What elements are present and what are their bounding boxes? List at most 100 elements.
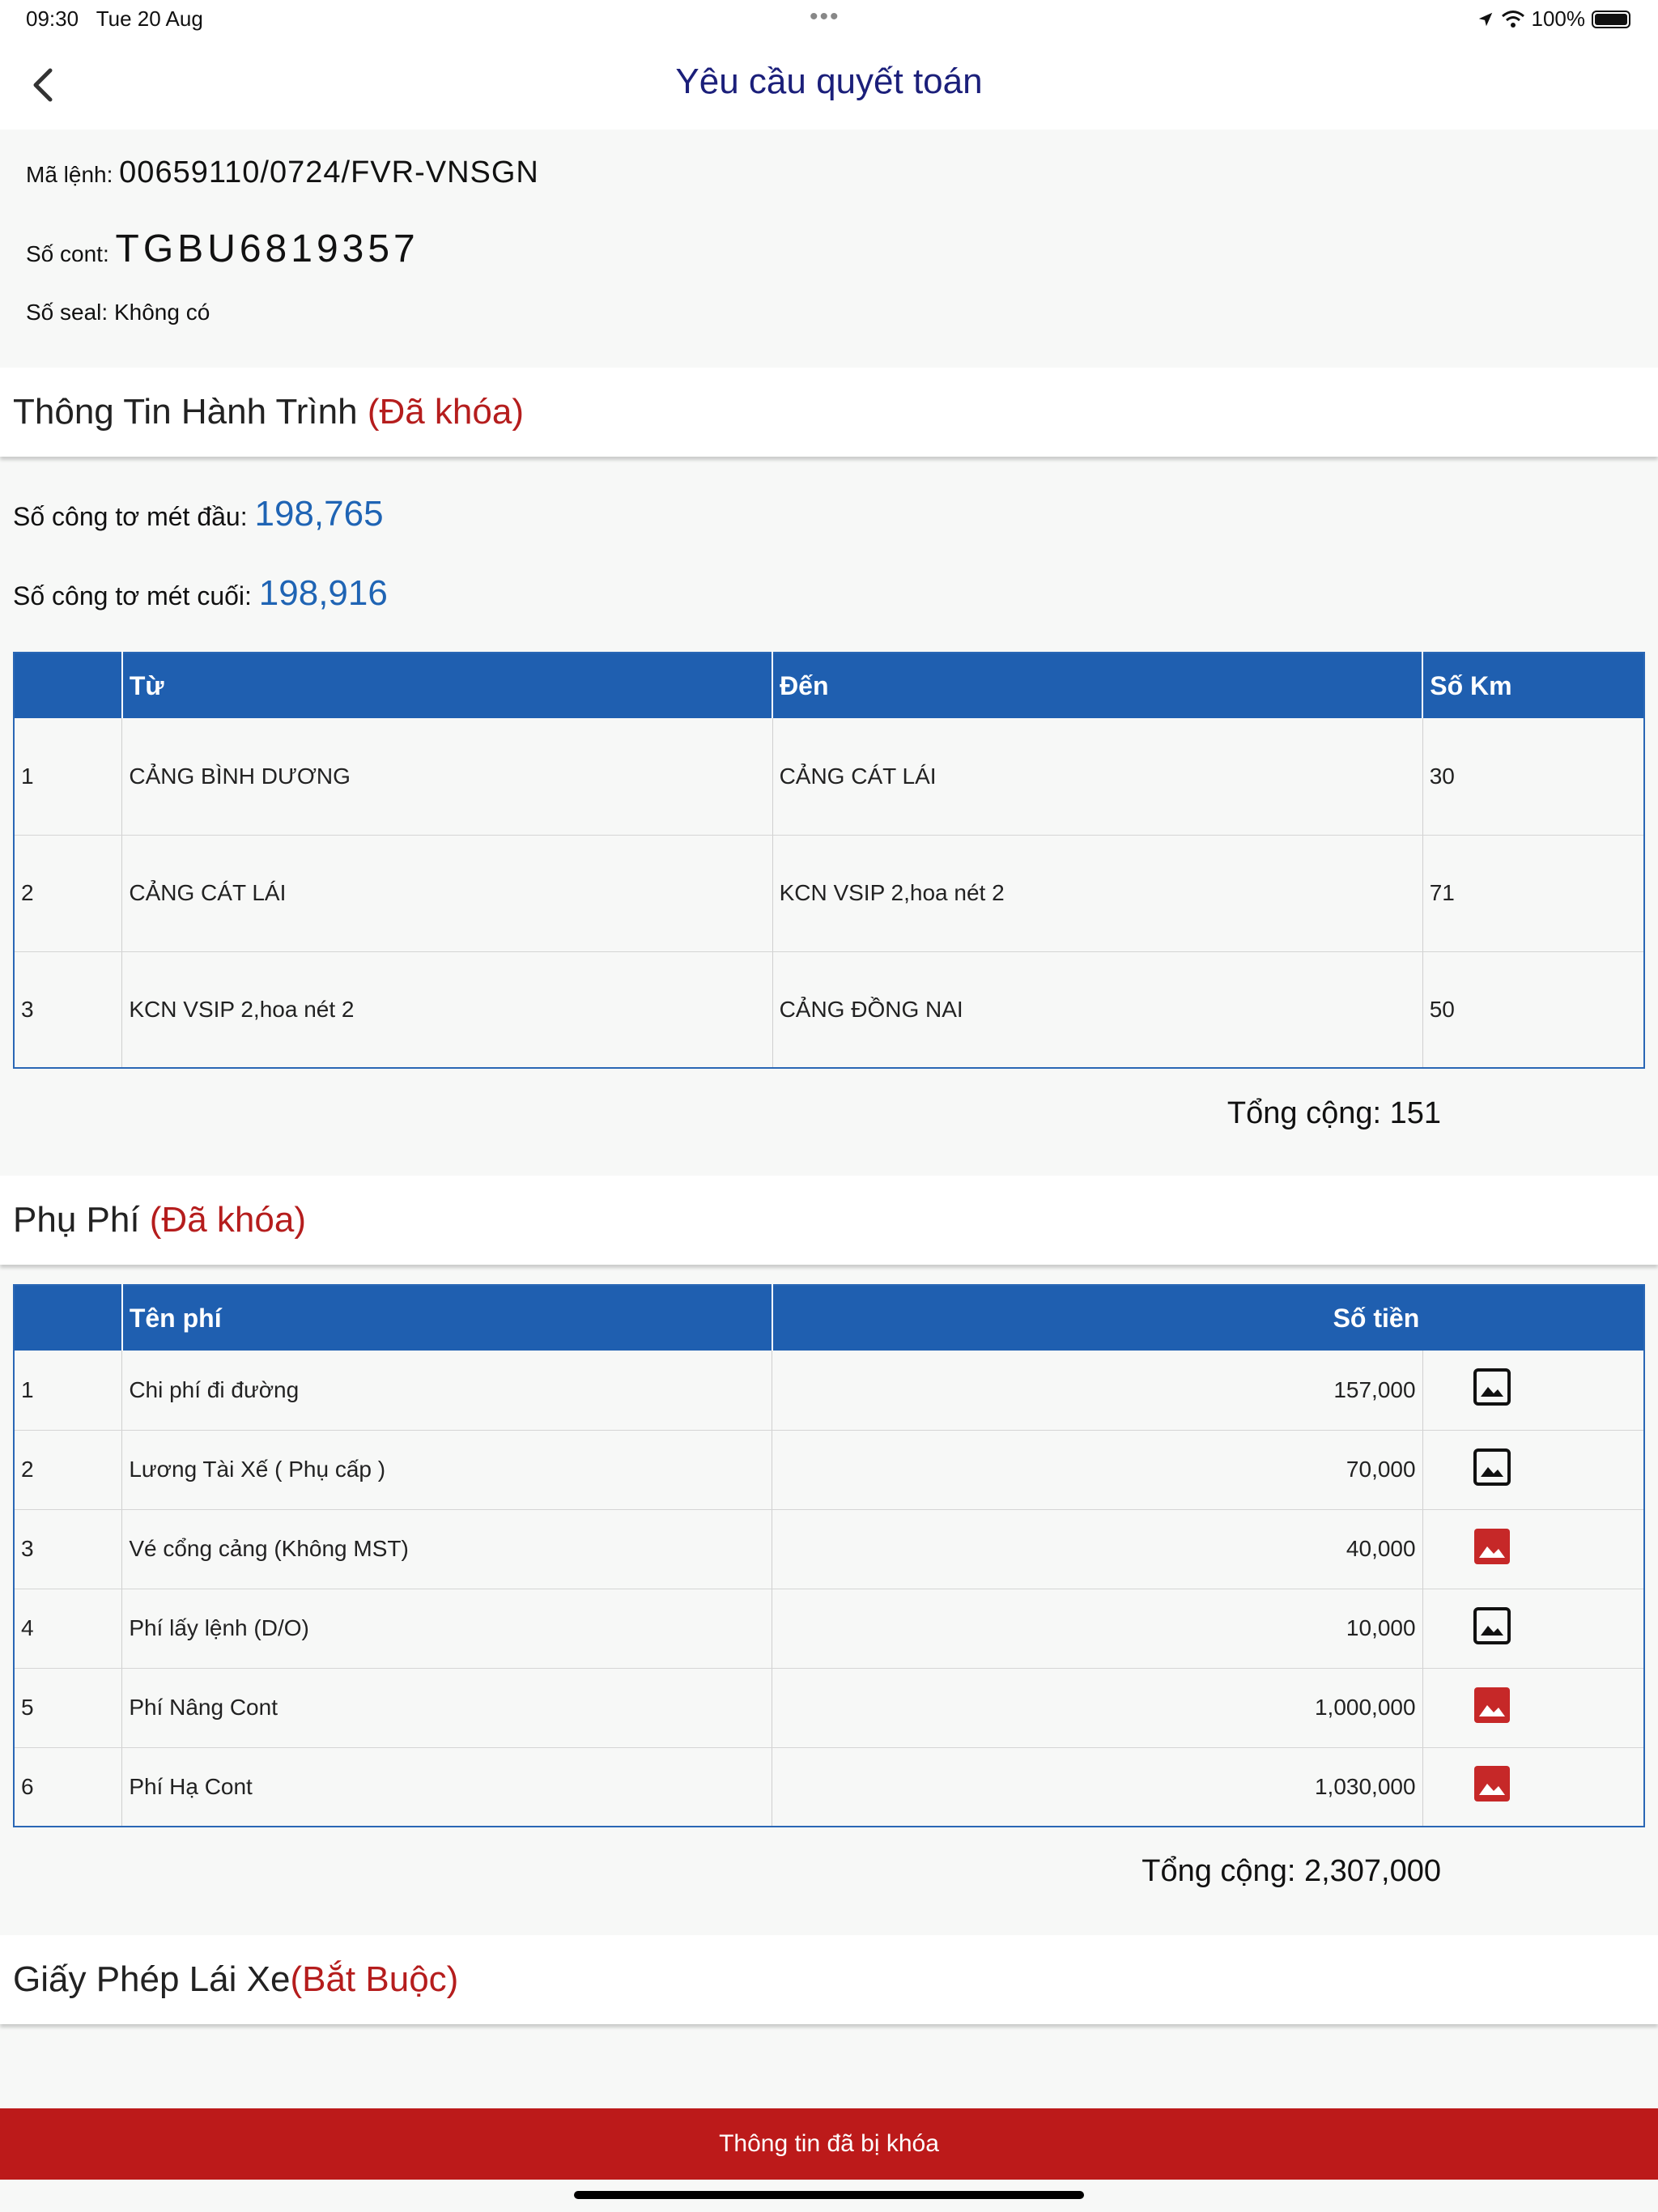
battery-icon (1592, 10, 1630, 28)
image-filled-icon[interactable] (1473, 1764, 1511, 1803)
col-km-header: Số Km (1422, 653, 1644, 718)
journey-table: Từ Đến Số Km 1 CẢNG BÌNH DƯƠNG CẢNG CÁT … (13, 652, 1645, 1069)
odometer-start-label: Số công tơ mét đầu: (13, 502, 255, 531)
col-amount-header: Số tiền (772, 1285, 1644, 1351)
row-index: 1 (14, 1351, 123, 1431)
fees-title-text: Phụ Phí (13, 1200, 150, 1240)
license-title: Giấy Phép Lái Xe(Bắt Buộc) (13, 1959, 458, 2000)
cont-value: TGBU6819357 (115, 228, 419, 270)
col-index-header (14, 653, 123, 718)
cont-row: Số cont: TGBU6819357 (26, 227, 419, 271)
seal-label: Số seal: (26, 300, 114, 325)
row-attachment-cell (1422, 1747, 1644, 1827)
row-to: CẢNG CÁT LÁI (772, 718, 1423, 836)
odometer-start-value: 198,765 (254, 494, 384, 534)
row-km: 50 (1429, 996, 1455, 1022)
row-fee-name: Chi phí đi đường (121, 1351, 773, 1431)
fees-locked-badge: (Đã khóa) (149, 1200, 306, 1240)
date-text: Tue 20 Aug (96, 6, 203, 31)
row-km: 71 (1422, 835, 1644, 952)
row-index: 2 (14, 1430, 123, 1510)
row-index: 2 (14, 835, 123, 952)
table-row[interactable]: 2 CẢNG CÁT LÁI KCN VSIP 2,hoa nét 2 71 (14, 835, 1644, 952)
row-index: 3 (14, 1509, 123, 1589)
license-section-header: Giấy Phép Lái Xe(Bắt Buộc) (0, 1935, 1658, 2024)
image-outline-icon[interactable] (1473, 1368, 1511, 1406)
row-index: 3 (14, 951, 123, 1068)
table-row[interactable]: 1 Chi phí đi đường 157,000 (14, 1351, 1644, 1431)
col-from-header: Từ (121, 653, 774, 718)
row-fee-name: Lương Tài Xế ( Phụ cấp ) (121, 1430, 773, 1510)
row-attachment-cell (1422, 1589, 1644, 1669)
license-required-badge: (Bắt Buộc) (290, 1959, 459, 1999)
time-text: 09:30 (26, 6, 79, 31)
odometer-end-value: 198,916 (258, 573, 388, 613)
row-amount: 10,000 (772, 1589, 1423, 1669)
order-info: Mã lệnh: 00659110/0724/FVR-VNSGN Số cont… (0, 130, 1658, 366)
odometer-start: Số công tơ mét đầu: 198,765 (13, 494, 384, 534)
row-from: CẢNG CÁT LÁI (121, 835, 773, 952)
col-fee-name-header: Tên phí (121, 1285, 773, 1351)
row-attachment-cell (1422, 1430, 1644, 1510)
fees-header-row: Tên phí Số tiền (14, 1285, 1644, 1351)
order-code-label: Mã lệnh: (26, 162, 120, 187)
row-amount: 157,000 (772, 1351, 1423, 1431)
row-index: 1 (14, 718, 123, 836)
wifi-icon (1501, 10, 1524, 28)
table-row[interactable]: 1 CẢNG BÌNH DƯƠNG CẢNG CÁT LÁI 30 (14, 718, 1644, 836)
col-index-header (14, 1285, 123, 1351)
journey-header-row: Từ Đến Số Km (14, 653, 1644, 718)
seal-value: Không có (113, 300, 210, 325)
row-fee-name: Phí Nâng Cont (121, 1668, 773, 1748)
journey-title-text: Thông Tin Hành Trình (13, 392, 368, 432)
journey-locked-badge: (Đã khóa) (367, 392, 524, 432)
order-code-value: 00659110/0724/FVR-VNSGN (119, 155, 539, 189)
status-right: 100% (1477, 6, 1630, 32)
journey-title: Thông Tin Hành Trình (Đã khóa) (13, 392, 524, 432)
row-attachment-cell (1422, 1509, 1644, 1589)
journey-total: Tổng cộng: 151 (1226, 1096, 1441, 1130)
row-amount: 40,000 (772, 1509, 1423, 1589)
row-fee-name: Phí lấy lệnh (D/O) (121, 1589, 773, 1669)
table-row[interactable]: 3 KCN VSIP 2,hoa nét 2 CẢNG ĐỒNG NAI 50 (14, 951, 1644, 1068)
odometer-end-label: Số công tơ mét cuối: (13, 581, 259, 610)
page-title: Yêu cầu quyết toán (675, 62, 983, 101)
table-row[interactable]: 3 Vé cổng cảng (Không MST) 40,000 (14, 1509, 1644, 1589)
image-outline-icon[interactable] (1473, 1606, 1511, 1645)
row-to: KCN VSIP 2,hoa nét 2 (772, 835, 1423, 952)
col-to-header: Đến (772, 653, 1424, 718)
table-row[interactable]: 5 Phí Nâng Cont 1,000,000 (14, 1668, 1644, 1748)
row-attachment-cell (1422, 1668, 1644, 1748)
row-to: CẢNG ĐỒNG NAI (772, 951, 1423, 1068)
row-index: 5 (14, 1668, 123, 1748)
row-fee-name: Vé cổng cảng (Không MST) (121, 1509, 773, 1589)
image-filled-icon[interactable] (1473, 1686, 1511, 1725)
order-code-row: Mã lệnh: 00659110/0724/FVR-VNSGN (26, 155, 539, 190)
seal-row: Số seal: Không có (26, 300, 210, 325)
nav-bar: Yêu cầu quyết toán (0, 40, 1658, 130)
home-indicator[interactable] (574, 2191, 1084, 2199)
locked-info-bar: Thông tin đã bị khóa (0, 2108, 1658, 2180)
row-from: KCN VSIP 2,hoa nét 2 (121, 951, 773, 1068)
journey-section-header: Thông Tin Hành Trình (Đã khóa) (0, 368, 1658, 457)
table-row[interactable]: 2 Lương Tài Xế ( Phụ cấp ) 70,000 (14, 1430, 1644, 1510)
cont-label: Số cont: (26, 241, 116, 266)
status-time: 09:30 Tue 20 Aug (26, 6, 203, 32)
location-icon (1478, 12, 1492, 26)
fees-table: Tên phí Số tiền 1 Chi phí đi đường 157,000… (13, 1284, 1645, 1827)
table-row[interactable]: 6 Phí Hạ Cont 1,030,000 (14, 1747, 1644, 1827)
table-row[interactable]: 4 Phí lấy lệnh (D/O) 10,000 (14, 1589, 1644, 1669)
status-bar: 09:30 Tue 20 Aug ••• 100% (0, 0, 1658, 40)
row-index: 4 (14, 1589, 123, 1669)
row-km: 30 (1422, 718, 1644, 836)
fees-total: Tổng cộng: 2,307,000 (1141, 1854, 1441, 1888)
row-index: 6 (14, 1747, 123, 1827)
image-filled-icon[interactable] (1473, 1527, 1511, 1566)
row-attachment-cell (1422, 1351, 1644, 1431)
row-amount: 1,000,000 (772, 1668, 1423, 1748)
multitask-dots-icon[interactable]: ••• (810, 3, 840, 31)
row-amount: 1,030,000 (772, 1747, 1423, 1827)
row-fee-name: Phí Hạ Cont (121, 1747, 773, 1827)
row-amount: 70,000 (772, 1430, 1423, 1510)
image-outline-icon[interactable] (1473, 1448, 1511, 1487)
